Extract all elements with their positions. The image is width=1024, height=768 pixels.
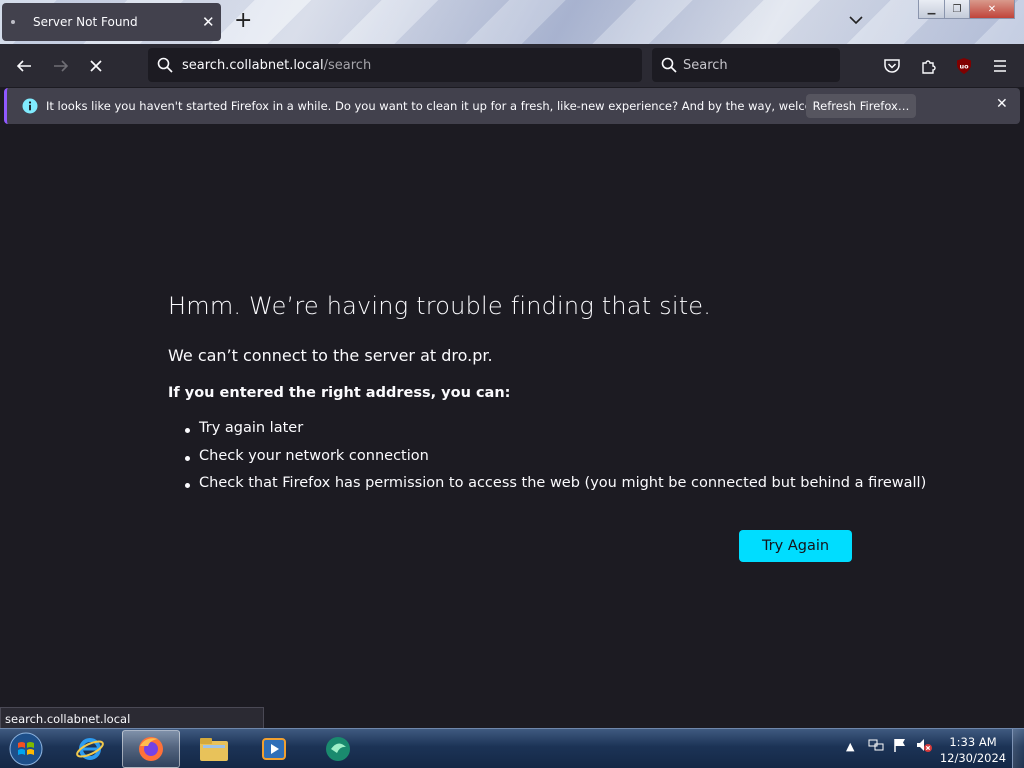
status-bar: search.collabnet.local [0,707,264,729]
notification-close-icon[interactable]: ✕ [996,96,1008,112]
restore-button[interactable]: ❐ [945,0,970,18]
ublock-badge: uo [959,63,969,71]
notification-message: It looks like you haven't started Firefo… [46,99,866,113]
taskbar-firefox[interactable] [122,730,180,768]
taskbar-file-explorer[interactable] [190,730,238,768]
title-bar: Server Not Found ✕ + ▁ ❐ ✕ [0,0,1024,44]
window-controls: ▁ ❐ ✕ [918,0,1015,19]
error-page: Hmm. We’re having trouble finding that s… [0,126,1024,728]
stop-icon [90,60,102,72]
start-button[interactable] [4,730,48,768]
app-menu-button[interactable] [988,54,1012,78]
show-hidden-icons-button[interactable]: ▲ [846,740,854,753]
forward-arrow-icon [54,60,69,72]
pocket-button[interactable] [880,54,904,78]
suggestions-list: Try again later Check your network conne… [184,420,926,503]
list-all-tabs-icon[interactable] [848,11,864,30]
back-button[interactable] [12,54,36,78]
list-item: Check your network connection [184,448,926,476]
taskbar-app[interactable] [314,730,362,768]
show-desktop-button[interactable] [1012,729,1024,768]
list-item: Try again later [184,420,926,448]
back-arrow-icon [16,60,31,72]
firefox-icon [139,737,163,761]
minimize-button[interactable]: ▁ [919,0,945,18]
error-subtitle: We can’t connect to the server at dro.pr… [168,346,493,365]
notification-bar: It looks like you haven't started Firefo… [4,88,1020,124]
hamburger-menu-icon [994,60,1006,72]
action-center-flag-icon[interactable] [892,737,908,756]
address-bar[interactable]: search.collabnet.local/search [148,48,642,82]
tab-loading-icon [11,20,15,24]
search-icon [661,57,677,73]
ublock-button[interactable]: uo [952,54,976,78]
tab-close-icon[interactable]: ✕ [202,13,215,31]
network-icon[interactable] [868,737,884,756]
search-icon [157,57,173,73]
url-text: search.collabnet.local/search [182,58,371,73]
clock-date: 12/30/2024 [939,751,1007,765]
search-bar[interactable]: Search [652,48,840,82]
volume-muted-icon[interactable] [915,737,933,756]
puzzle-icon [922,60,936,74]
pocket-icon [884,59,900,73]
try-again-button[interactable]: Try Again [739,530,852,562]
media-player-icon [262,738,286,760]
taskbar-media-player[interactable] [250,730,298,768]
navigation-toolbar: search.collabnet.local/search Search uo [0,44,1024,87]
new-tab-button[interactable]: + [234,8,252,33]
info-icon [22,98,38,114]
taskbar: ▲ 1:33 AM 12/30/2024 [0,728,1024,768]
error-title: Hmm. We’re having trouble finding that s… [168,292,712,320]
clock-time: 1:33 AM [949,735,997,749]
ublock-shield-icon: uo [957,58,971,74]
forward-button[interactable] [49,54,73,78]
url-path: /search [323,58,372,73]
chat-app-icon [326,737,350,761]
close-window-button[interactable]: ✕ [970,0,1014,18]
windows-orb-icon [9,732,43,766]
system-clock[interactable]: 1:33 AM 12/30/2024 [936,734,1010,766]
stop-button[interactable] [84,54,108,78]
tab-title: Server Not Found [33,15,138,29]
list-item: Check that Firefox has permission to acc… [184,475,926,503]
folder-icon [200,738,228,761]
suggestions-heading: If you entered the right address, you ca… [168,385,511,401]
taskbar-internet-explorer[interactable] [66,730,114,768]
url-host: search.collabnet.local [182,58,324,73]
tab-server-not-found[interactable]: Server Not Found ✕ [2,3,221,41]
refresh-firefox-button[interactable]: Refresh Firefox… [806,94,916,118]
extensions-button[interactable] [917,54,941,78]
internet-explorer-icon [76,738,104,760]
search-placeholder: Search [683,58,728,73]
